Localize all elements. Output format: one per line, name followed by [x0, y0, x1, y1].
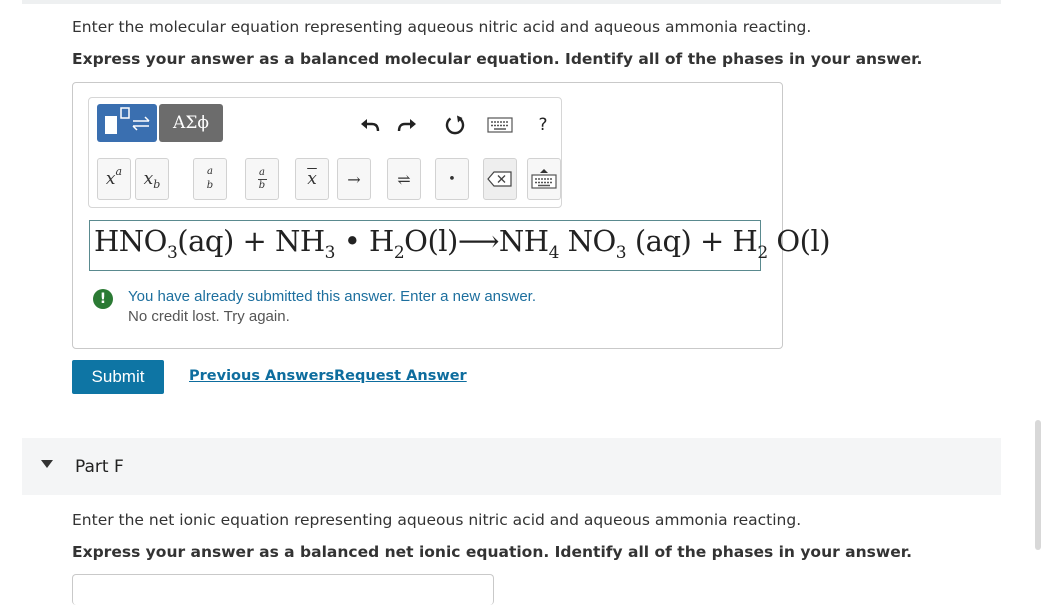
key-dot: •	[448, 171, 456, 187]
keyboard-toggle-icon	[531, 169, 557, 189]
top-divider	[22, 0, 1001, 4]
part-f-instruction: Express your answer as a balanced net io…	[72, 543, 913, 561]
part-f-header[interactable]: Part F	[22, 438, 1001, 495]
backspace-key[interactable]	[483, 158, 517, 200]
key-subscript: b	[153, 177, 161, 191]
alert-message: You have already submitted this answer. …	[128, 288, 537, 305]
keyboard-icon	[487, 117, 513, 133]
fraction-key[interactable]: a b	[193, 158, 227, 200]
undo-icon	[361, 119, 380, 132]
keyboard-shortcuts-button[interactable]	[485, 112, 515, 138]
superscript-key[interactable]: xa	[97, 158, 131, 200]
submit-button[interactable]: Submit	[72, 360, 164, 394]
eq-part: (aq) + H	[626, 224, 758, 258]
key-denominator: b	[258, 179, 266, 191]
key-denominator: b	[206, 180, 214, 191]
eq-part: (aq) + NH	[177, 224, 325, 258]
stacked-fraction-key[interactable]: a b	[245, 158, 279, 200]
equilibrium-arrow-key[interactable]: ⇌	[387, 158, 421, 200]
undo-button[interactable]	[357, 110, 383, 140]
answer-panel: ΑΣϕ ? x a x b a b a b x → ⇌ • HNO3(aq) +…	[72, 82, 831, 349]
eq-part: O(l)	[767, 224, 831, 258]
eq-subscript: 2	[757, 243, 768, 263]
eq-part: HNO	[94, 224, 167, 258]
key-numerator: a	[207, 166, 213, 177]
redo-button[interactable]	[394, 110, 420, 140]
key-exponent: a	[115, 164, 123, 178]
key-numerator: a	[259, 166, 265, 178]
eq-subscript: 2	[393, 243, 405, 263]
templates-icon	[105, 107, 150, 134]
eq-subscript: 3	[324, 243, 336, 263]
symbols-button[interactable]: ΑΣϕ	[159, 104, 223, 142]
eq-part: • H	[335, 224, 395, 258]
part-title: Part F	[75, 457, 124, 477]
redo-icon	[397, 119, 416, 132]
dot-key[interactable]: •	[435, 158, 469, 200]
request-answer-link[interactable]: Request Answer	[334, 368, 467, 384]
help-button[interactable]: ?	[533, 110, 553, 140]
question-prompt: Enter the molecular equation representin…	[72, 18, 812, 36]
reaction-arrow-key[interactable]: →	[337, 158, 371, 200]
key-arrow: →	[347, 169, 361, 189]
eq-part: NO	[558, 224, 617, 258]
collapse-caret-icon[interactable]	[41, 460, 53, 468]
fraction-template: a b	[207, 166, 213, 192]
virtual-keyboard-key[interactable]	[527, 158, 561, 200]
stacked-fraction-template: a b	[257, 166, 267, 192]
eq-subscript: 3	[615, 243, 627, 263]
key-base: x	[143, 169, 154, 189]
templates-button[interactable]	[97, 104, 157, 142]
backspace-icon	[487, 171, 512, 187]
scrollbar-thumb[interactable]	[1035, 420, 1041, 550]
alert-detail: No credit lost. Try again.	[128, 308, 290, 325]
eq-part: O(l)⟶NH	[404, 224, 549, 258]
previous-answers-link[interactable]: Previous Answers	[189, 368, 334, 384]
key-base: x	[105, 169, 116, 189]
key-equilibrium: ⇌	[397, 169, 411, 189]
part-f-prompt: Enter the net ionic equation representin…	[72, 511, 802, 529]
reset-icon	[445, 115, 465, 135]
math-toolbar: ΑΣϕ ? x a x b a b a b x → ⇌ •	[88, 97, 562, 208]
overline-key[interactable]: x	[295, 158, 329, 200]
part-f-answer-panel	[72, 574, 494, 605]
answer-equation: HNO3(aq) + NH3 • H2O(l)⟶NH4 NO3 (aq) + H…	[94, 224, 831, 263]
eq-subscript: 4	[548, 243, 560, 263]
subscript-key[interactable]: xb	[135, 158, 169, 200]
answer-input[interactable]: HNO3(aq) + NH3 • H2O(l)⟶NH4 NO3 (aq) + H…	[89, 220, 831, 271]
reset-button[interactable]	[441, 110, 469, 140]
eq-subscript: 3	[166, 243, 178, 263]
question-instruction: Express your answer as a balanced molecu…	[72, 50, 923, 68]
key-overline-x: x	[307, 169, 317, 189]
alert-icon: !	[93, 289, 113, 309]
